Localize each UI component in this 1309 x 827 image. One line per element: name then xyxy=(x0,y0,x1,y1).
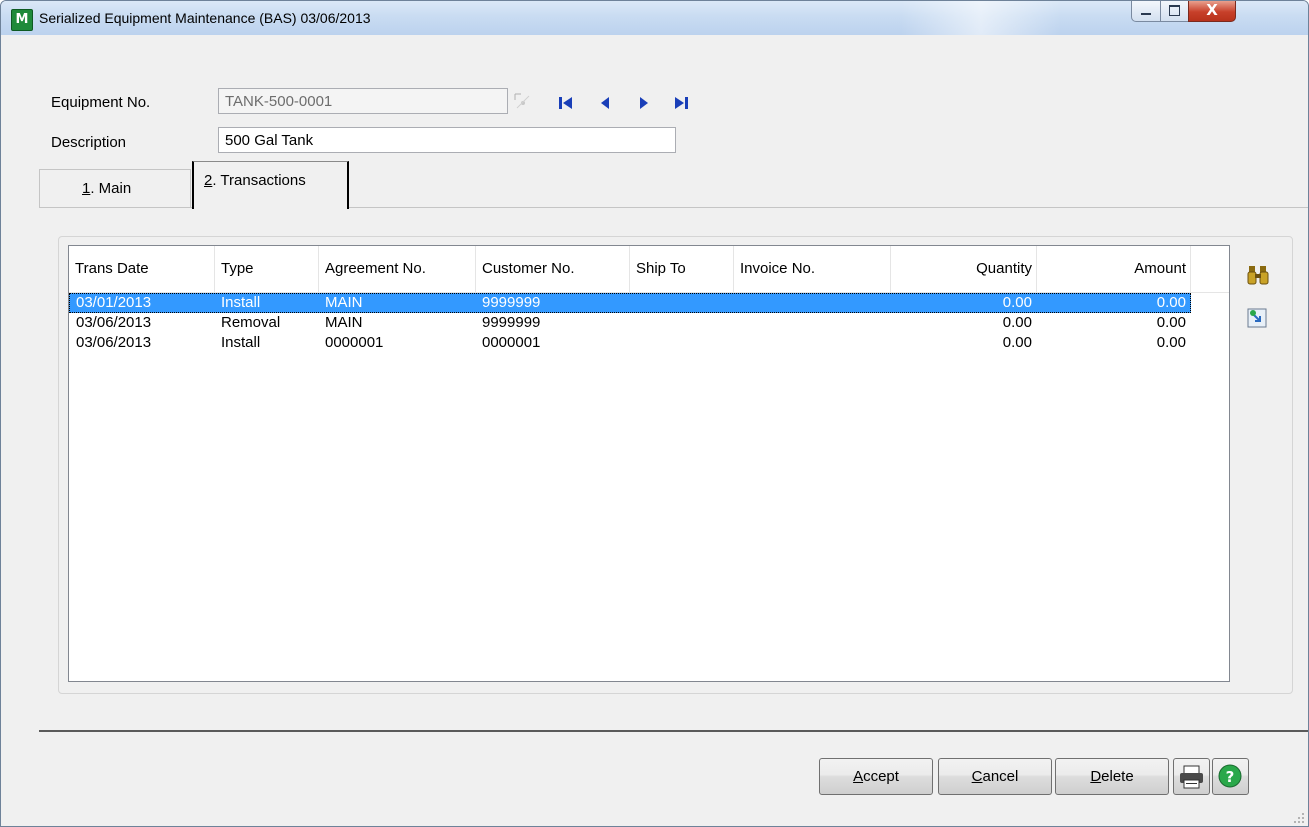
title-bar: M Serialized Equipment Maintenance (BAS)… xyxy=(1,1,1308,35)
delete-button[interactable]: Delete xyxy=(1055,758,1169,795)
cell-trans-date: 03/06/2013 xyxy=(76,314,152,331)
cell-trans-date: 03/01/2013 xyxy=(76,294,152,311)
tab-main[interactable]: 1. Main xyxy=(39,169,191,207)
cell-customer-no: 9999999 xyxy=(482,314,541,331)
column-header-ship-to[interactable]: Ship To xyxy=(630,246,734,292)
previous-record-button[interactable] xyxy=(597,94,615,112)
tab-main-label: . Main xyxy=(90,180,132,197)
cancel-button[interactable]: Cancel xyxy=(938,758,1052,795)
column-header-amount[interactable]: Amount xyxy=(1037,246,1191,292)
equipment-maintenance-window: M Serialized Equipment Maintenance (BAS)… xyxy=(0,0,1309,827)
first-record-icon xyxy=(559,97,572,109)
cell-quantity: 0.00 xyxy=(1002,334,1032,351)
cell-customer-no: 0000001 xyxy=(482,334,541,351)
column-header-invoice-no[interactable]: Invoice No. xyxy=(734,246,891,292)
cell-type: Removal xyxy=(221,314,281,331)
accept-button[interactable]: Accept xyxy=(819,758,933,795)
maximize-button[interactable] xyxy=(1160,1,1189,22)
cell-type: Install xyxy=(221,294,261,311)
first-record-button[interactable] xyxy=(557,94,575,112)
printer-icon xyxy=(1180,765,1203,789)
last-record-icon xyxy=(675,97,688,109)
cell-amount: 0.00 xyxy=(1156,334,1186,351)
cell-customer-no: 9999999 xyxy=(482,294,541,311)
grid-header: Trans Date Type Agreement No. Customer N… xyxy=(69,246,1229,293)
column-header-agreement-no[interactable]: Agreement No. xyxy=(319,246,476,292)
binoculars-icon xyxy=(1247,266,1269,285)
delete-label: elete xyxy=(1101,768,1134,785)
tab-transactions[interactable]: 2. Transactions xyxy=(192,161,349,209)
cell-amount: 0.00 xyxy=(1156,294,1186,311)
accept-label: ccept xyxy=(863,768,899,785)
cell-amount: 0.00 xyxy=(1156,314,1186,331)
find-button[interactable] xyxy=(1246,263,1270,287)
print-button[interactable] xyxy=(1173,758,1210,795)
help-button[interactable]: ? xyxy=(1212,758,1249,795)
cell-trans-date: 03/06/2013 xyxy=(76,334,152,351)
tab-transactions-label: . Transactions xyxy=(212,172,306,189)
cell-agreement-no: MAIN xyxy=(325,294,363,311)
cell-agreement-no: MAIN xyxy=(325,314,363,331)
accept-mnemonic: A xyxy=(853,768,864,785)
description-label: Description xyxy=(51,134,127,151)
next-record-button[interactable] xyxy=(635,94,653,112)
svg-text:?: ? xyxy=(1226,768,1235,786)
cell-quantity: 0.00 xyxy=(1002,314,1032,331)
close-icon: X xyxy=(1206,1,1218,19)
equipment-no-label: Equipment No. xyxy=(51,94,151,111)
column-header-customer-no[interactable]: Customer No. xyxy=(476,246,630,292)
column-header-type[interactable]: Type xyxy=(215,246,319,292)
cell-agreement-no: 0000001 xyxy=(325,334,384,351)
cell-quantity: 0.00 xyxy=(1002,294,1032,311)
table-row[interactable]: 03/01/2013 Install MAIN 9999999 0.00 0.0… xyxy=(69,293,1191,313)
lookup-icon[interactable] xyxy=(511,90,533,112)
close-button[interactable]: X xyxy=(1188,1,1236,22)
table-row[interactable]: 03/06/2013 Install 0000001 0000001 0.00 … xyxy=(69,333,1191,353)
help-icon: ? xyxy=(1218,764,1242,788)
drilldown-icon xyxy=(1247,308,1267,328)
window-title: Serialized Equipment Maintenance (BAS) 0… xyxy=(39,10,371,26)
delete-mnemonic: D xyxy=(1090,768,1102,785)
cell-type: Install xyxy=(221,334,261,351)
column-header-trans-date[interactable]: Trans Date xyxy=(69,246,215,292)
next-record-icon xyxy=(640,97,648,109)
column-header-quantity[interactable]: Quantity xyxy=(891,246,1037,292)
cancel-mnemonic: C xyxy=(971,768,983,785)
cancel-label: ancel xyxy=(982,768,1019,785)
app-icon: M xyxy=(11,9,33,31)
table-row[interactable]: 03/06/2013 Removal MAIN 9999999 0.00 0.0… xyxy=(69,313,1191,333)
description-field[interactable]: 500 Gal Tank xyxy=(218,127,676,153)
transactions-grid[interactable]: Trans Date Type Agreement No. Customer N… xyxy=(68,245,1230,682)
resize-grip[interactable] xyxy=(1293,811,1305,823)
equipment-no-field[interactable]: TANK-500-0001 xyxy=(218,88,508,114)
previous-record-icon xyxy=(601,97,609,109)
minimize-button[interactable] xyxy=(1131,1,1161,22)
last-record-button[interactable] xyxy=(672,94,690,112)
drilldown-button[interactable] xyxy=(1246,307,1270,331)
